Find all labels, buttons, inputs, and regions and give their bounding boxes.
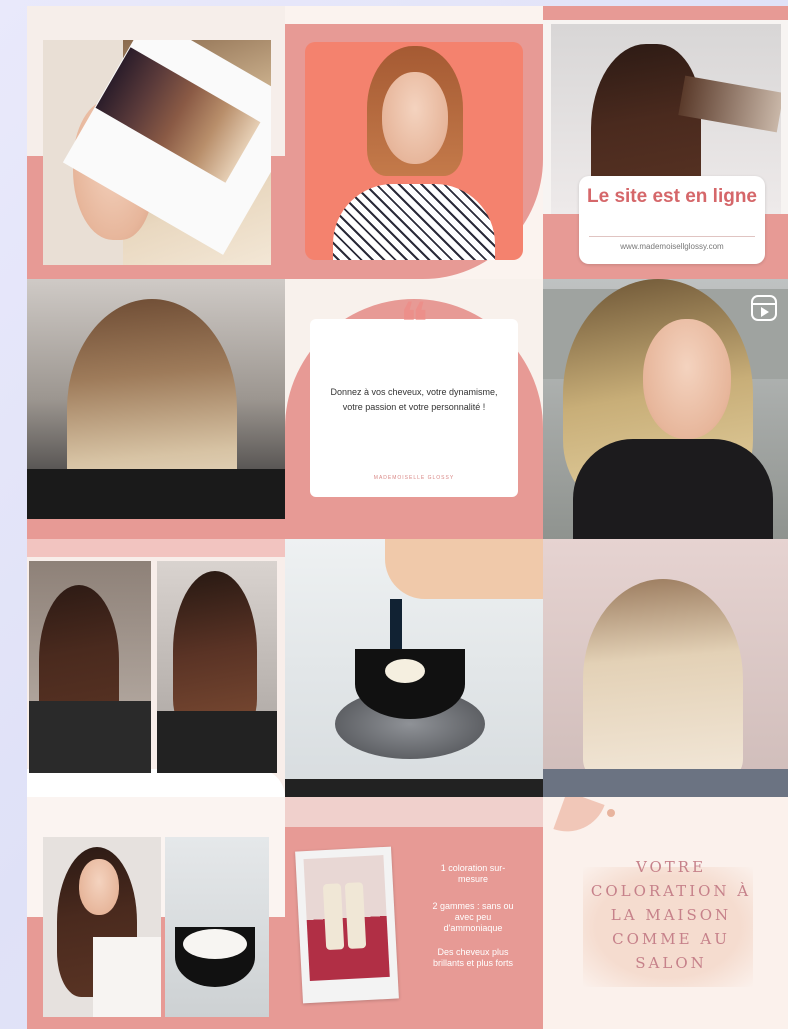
top-bar bbox=[543, 6, 788, 20]
tile-before-after[interactable] bbox=[27, 539, 285, 797]
feature-3: Des cheveux plus brillants et plus forts bbox=[432, 947, 514, 968]
tile-bob-blonde[interactable] bbox=[27, 279, 285, 539]
tile-site-online[interactable]: Le site est en ligne www.mademoisellglos… bbox=[543, 6, 788, 279]
bob-photo bbox=[27, 279, 285, 519]
torn-paper bbox=[285, 797, 543, 827]
blonde-photo bbox=[543, 279, 788, 539]
white-wave bbox=[27, 769, 285, 797]
brush-stroke bbox=[553, 797, 605, 843]
reels-icon[interactable] bbox=[751, 295, 777, 321]
tile-features[interactable]: 1 coloration sur-mesure 2 gammes : sans … bbox=[285, 797, 543, 1029]
site-url[interactable]: www.mademoisellglossy.com bbox=[583, 242, 761, 251]
feature-1: 1 coloration sur-mesure bbox=[440, 863, 506, 884]
feature-2: 2 gammes : sans ou avec peu d'ammoniaque bbox=[432, 901, 514, 933]
tile-duo-photos[interactable] bbox=[27, 797, 285, 1029]
bowl-sink-photo bbox=[165, 837, 269, 1017]
dots-icon bbox=[607, 809, 615, 817]
site-card: Le site est en ligne www.mademoisellglos… bbox=[579, 176, 765, 264]
woman-photo bbox=[305, 42, 523, 260]
home-color-title: VOTRE COLORATION À LA MAISON COMME AU SA… bbox=[590, 858, 752, 972]
quote-card: ❝ Donnez à vos cheveux, votre dynamisme,… bbox=[310, 293, 518, 497]
product-polaroid bbox=[295, 846, 399, 1004]
pink-strip bbox=[27, 539, 285, 557]
tile-mixing-bowl[interactable] bbox=[285, 539, 543, 797]
tile-home-coloration[interactable]: VOTRE COLORATION À LA MAISON COMME AU SA… bbox=[543, 797, 788, 1029]
tile-surprised-woman[interactable] bbox=[285, 6, 543, 279]
blonde-back-photo bbox=[543, 539, 788, 797]
tile-blonde-back[interactable] bbox=[543, 539, 788, 797]
swatch-photo bbox=[43, 40, 271, 265]
instagram-feed-grid: Le site est en ligne www.mademoisellglos… bbox=[27, 6, 788, 1029]
tile-smiling-blonde[interactable] bbox=[543, 279, 788, 539]
before-photo bbox=[29, 561, 151, 773]
bowl-photo bbox=[285, 539, 543, 797]
site-title: Le site est en ligne bbox=[587, 186, 757, 207]
tile-color-swatch[interactable] bbox=[27, 6, 285, 279]
tile-quote[interactable]: ❝ Donnez à vos cheveux, votre dynamisme,… bbox=[285, 279, 543, 539]
laughing-woman-photo bbox=[43, 837, 161, 1017]
divider bbox=[589, 236, 755, 237]
quote-mark-icon: ❝ bbox=[399, 291, 429, 354]
after-photo bbox=[157, 561, 277, 773]
quote-text: Donnez à vos cheveux, votre dynamisme, v… bbox=[330, 387, 498, 412]
quote-brand: MADEMOISELLE GLOSSY bbox=[373, 475, 455, 481]
